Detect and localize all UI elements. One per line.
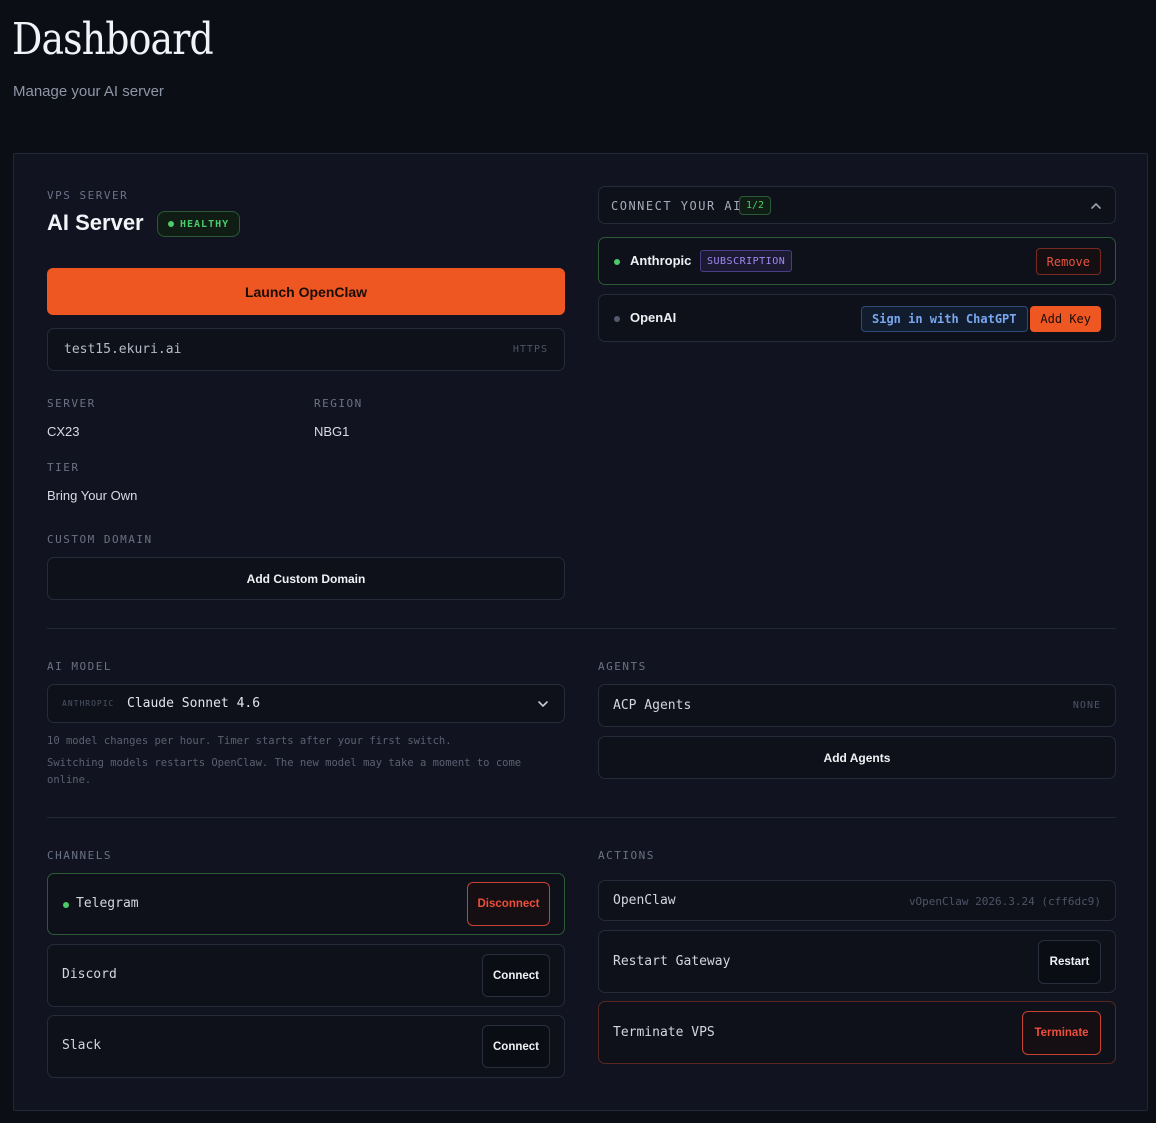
vps-server-label: VPS SERVER <box>47 189 129 202</box>
terminate-vps-label: Terminate VPS <box>613 1025 715 1040</box>
channel-name: Discord <box>62 967 117 982</box>
url-protocol: HTTPS <box>512 344 548 355</box>
openclaw-label: OpenClaw <box>613 893 676 908</box>
connected-dot-icon <box>63 902 69 908</box>
disconnect-button[interactable]: Disconnect <box>467 882 550 926</box>
server-type-value: CX23 <box>47 424 80 439</box>
server-url[interactable]: test15.ekuri.ai <box>64 342 181 357</box>
channels-label: CHANNELS <box>47 849 112 862</box>
restart-gateway-row: Restart Gateway Restart <box>598 930 1116 993</box>
connected-dot-icon <box>614 259 620 265</box>
server-url-field[interactable]: test15.ekuri.ai HTTPS <box>47 328 565 371</box>
custom-domain-label: CUSTOM DOMAIN <box>47 533 153 546</box>
region-value: NBG1 <box>314 424 350 439</box>
ai-model-label: AI MODEL <box>47 660 112 673</box>
openclaw-version: vOpenClaw 2026.3.24 (cff6dc9) <box>908 895 1101 908</box>
model-provider: ANTHROPIC <box>62 699 115 708</box>
restart-button[interactable]: Restart <box>1038 940 1101 984</box>
connect-ai-header[interactable]: CONNECT YOUR AI 1/2 <box>598 186 1116 224</box>
tier-label: TIER <box>47 461 80 474</box>
model-selected: Claude Sonnet 4.6 <box>127 696 261 711</box>
actions-label: ACTIONS <box>598 849 655 862</box>
channel-name: Slack <box>62 1038 102 1053</box>
acp-agents-row: ACP Agents NONE <box>598 684 1116 727</box>
tier-value: Bring Your Own <box>47 488 138 503</box>
subscription-badge: SUBSCRIPTION <box>700 250 793 272</box>
chevron-down-icon[interactable] <box>536 697 550 711</box>
page-title: Dashboard <box>12 14 214 65</box>
add-key-button[interactable]: Add Key <box>1030 306 1101 332</box>
acp-agents-status: NONE <box>1072 700 1101 711</box>
disconnected-dot-icon <box>614 316 620 322</box>
status-badge: HEALTHY <box>157 211 241 237</box>
section-divider <box>47 817 1116 818</box>
channel-row-slack: Slack Connect <box>47 1015 565 1078</box>
provider-row-anthropic: Anthropic SUBSCRIPTION Remove <box>598 237 1116 285</box>
region-label: REGION <box>314 397 363 410</box>
channel-name: Telegram <box>76 896 139 911</box>
model-rate-limit-hint: 10 model changes per hour. Timer starts … <box>47 735 452 747</box>
model-restart-hint: Switching models restarts OpenClaw. The … <box>47 757 522 786</box>
status-text: HEALTHY <box>180 218 230 230</box>
channel-row-telegram: Telegram Disconnect <box>47 873 565 935</box>
terminate-vps-row: Terminate VPS Terminate <box>598 1001 1116 1064</box>
channel-row-discord: Discord Connect <box>47 944 565 1007</box>
launch-openclaw-button[interactable]: Launch OpenClaw <box>47 268 565 315</box>
agents-label: AGENTS <box>598 660 647 673</box>
connect-discord-button[interactable]: Connect <box>482 954 550 997</box>
status-dot-icon <box>168 221 174 227</box>
connect-ai-title: CONNECT YOUR AI <box>611 199 742 213</box>
connected-count-badge: 1/2 <box>739 196 772 215</box>
server-type-label: SERVER <box>47 397 96 410</box>
page-subtitle: Manage your AI server <box>13 83 164 100</box>
connect-slack-button[interactable]: Connect <box>482 1025 550 1068</box>
server-panel: VPS SERVER AI Server HEALTHY Launch Open… <box>13 153 1148 1111</box>
sign-in-chatgpt-button[interactable]: Sign in with ChatGPT <box>861 306 1028 332</box>
add-custom-domain-button[interactable]: Add Custom Domain <box>47 557 565 600</box>
acp-agents-label: ACP Agents <box>613 698 692 713</box>
chevron-up-icon[interactable] <box>1089 199 1103 213</box>
remove-provider-button[interactable]: Remove <box>1035 248 1101 275</box>
add-agents-button[interactable]: Add Agents <box>598 736 1116 779</box>
section-divider <box>47 628 1116 629</box>
openclaw-version-row: OpenClaw vOpenClaw 2026.3.24 (cff6dc9) <box>598 880 1116 921</box>
model-select[interactable]: ANTHROPIC Claude Sonnet 4.6 <box>47 684 565 723</box>
terminate-button[interactable]: Terminate <box>1022 1011 1101 1055</box>
restart-gateway-label: Restart Gateway <box>613 954 731 969</box>
provider-name: OpenAI <box>630 310 677 325</box>
provider-name: Anthropic <box>630 253 692 268</box>
server-name: AI Server <box>47 210 144 235</box>
provider-row-openai: OpenAI Sign in with ChatGPT Add Key <box>598 294 1116 342</box>
